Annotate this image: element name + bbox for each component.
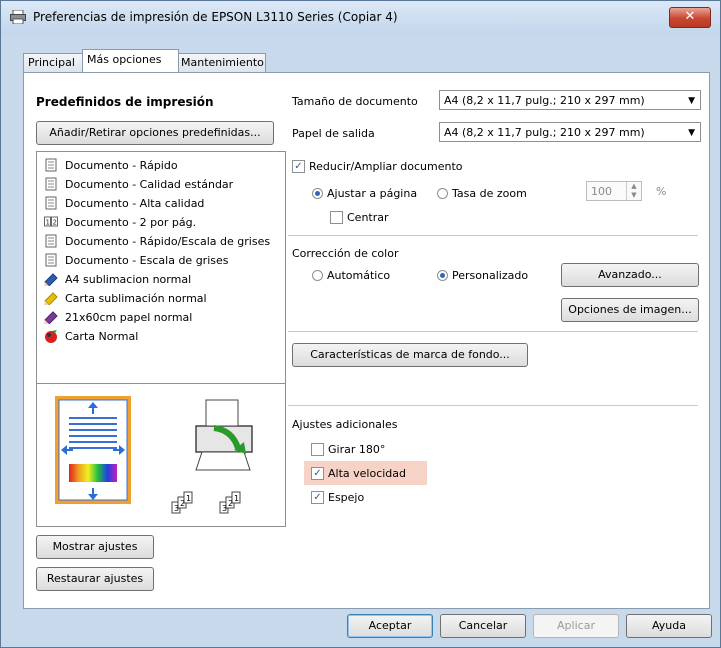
separator bbox=[288, 331, 698, 332]
printer-icon bbox=[10, 9, 26, 27]
pencil-icon bbox=[44, 310, 58, 325]
document-icon bbox=[44, 177, 58, 191]
rotate-180-checkbox[interactable]: Girar 180° bbox=[311, 442, 385, 457]
list-item[interactable]: A4 sublimacion normal bbox=[44, 271, 191, 289]
close-button[interactable]: ✕ bbox=[669, 7, 711, 28]
presets-list[interactable]: Documento - Rápido Documento - Calidad e… bbox=[36, 151, 286, 385]
list-item[interactable]: Documento - Calidad estándar bbox=[44, 176, 233, 194]
watermark-features-button[interactable]: Características de marca de fondo... bbox=[292, 343, 528, 367]
mirror-checkbox[interactable]: ✓ Espejo bbox=[311, 490, 364, 505]
reduce-enlarge-checkbox[interactable]: ✓ Reducir/Ampliar documento bbox=[292, 159, 463, 174]
document-icon bbox=[44, 158, 58, 172]
image-options-button[interactable]: Opciones de imagen... bbox=[561, 298, 699, 322]
page-order-2: 2 bbox=[180, 499, 185, 508]
list-item[interactable]: Documento - Alta calidad bbox=[44, 195, 204, 213]
separator bbox=[288, 235, 698, 236]
tab-principal[interactable]: Principal bbox=[23, 53, 85, 72]
pencil-icon bbox=[44, 272, 58, 287]
output-paper-select[interactable]: A4 (8,2 x 11,7 pulg.; 210 x 297 mm) ▼ bbox=[439, 122, 701, 142]
checkmark-icon: ✓ bbox=[311, 490, 324, 504]
high-speed-checkbox[interactable]: ✓ Alta velocidad bbox=[311, 466, 406, 481]
restore-settings-button[interactable]: Restaurar ajustes bbox=[36, 567, 154, 591]
radio-unselected-icon bbox=[312, 269, 323, 281]
tab-panel: Predefinidos de impresión Añadir/Retirar… bbox=[23, 72, 710, 609]
document-icon bbox=[44, 196, 58, 210]
list-item[interactable]: Carta Normal bbox=[44, 328, 138, 346]
zoom-unit-label: % bbox=[656, 185, 667, 198]
spinner-arrows-icon[interactable]: ▲ ▼ bbox=[626, 182, 641, 200]
settings-preview: 3 2 1 321 bbox=[36, 383, 286, 527]
zoom-rate-radio[interactable]: Tasa de zoom bbox=[437, 187, 527, 200]
separator bbox=[288, 405, 698, 406]
document-icon bbox=[44, 234, 58, 248]
colorful-icon bbox=[44, 329, 58, 343]
advanced-button[interactable]: Avanzado... bbox=[561, 263, 699, 287]
show-settings-button[interactable]: Mostrar ajustes bbox=[36, 535, 154, 559]
apply-button[interactable]: Aplicar bbox=[533, 614, 619, 638]
checkbox-empty-icon bbox=[311, 442, 324, 456]
color-custom-radio[interactable]: Personalizado bbox=[437, 269, 528, 282]
document-icon bbox=[44, 253, 58, 267]
center-checkbox[interactable]: Centrar bbox=[330, 210, 389, 225]
list-item[interactable]: 21x60cm papel normal bbox=[44, 309, 192, 327]
title-bar[interactable]: Preferencias de impresión de EPSON L3110… bbox=[1, 1, 720, 35]
document-size-select[interactable]: A4 (8,2 x 11,7 pulg.; 210 x 297 mm) ▼ bbox=[439, 90, 701, 110]
color-auto-radio[interactable]: Automático bbox=[312, 269, 390, 282]
svg-text:3: 3 bbox=[222, 504, 227, 513]
zoom-rate-spinner[interactable]: 100 ▲ ▼ bbox=[586, 181, 642, 201]
svg-text:1: 1 bbox=[234, 494, 239, 503]
pencil-icon bbox=[44, 291, 58, 306]
document-size-label: Tamaño de documento bbox=[292, 95, 418, 108]
additional-settings-heading: Ajustes adicionales bbox=[292, 418, 398, 431]
svg-text:2: 2 bbox=[228, 499, 233, 508]
tab-mas-opciones[interactable]: Más opciones bbox=[82, 49, 179, 72]
checkbox-empty-icon bbox=[330, 210, 343, 224]
print-preferences-window: Preferencias de impresión de EPSON L3110… bbox=[0, 0, 721, 648]
list-item[interactable]: Documento - Rápido bbox=[44, 157, 178, 175]
svg-text:1: 1 bbox=[46, 219, 50, 227]
two-pages-icon: 12 bbox=[44, 215, 58, 229]
list-item[interactable]: Carta sublimación normal bbox=[44, 290, 207, 308]
radio-selected-icon bbox=[312, 187, 323, 199]
list-item[interactable]: Documento - Rápido/Escala de grises bbox=[44, 233, 270, 251]
checkmark-icon: ✓ bbox=[292, 159, 305, 173]
color-correction-heading: Corrección de color bbox=[292, 247, 399, 260]
fit-to-page-radio[interactable]: Ajustar a página bbox=[312, 187, 417, 200]
cancel-button[interactable]: Cancelar bbox=[440, 614, 526, 638]
output-paper-label: Papel de salida bbox=[292, 127, 375, 140]
svg-text:2: 2 bbox=[53, 219, 57, 227]
page-order-3: 3 bbox=[174, 504, 179, 513]
list-item[interactable]: 1 2 Documento - 2 por pág. bbox=[44, 214, 196, 232]
presets-heading: Predefinidos de impresión bbox=[36, 95, 214, 109]
tab-mantenimiento[interactable]: Mantenimiento bbox=[176, 53, 266, 72]
list-item[interactable]: Documento - Escala de grises bbox=[44, 252, 228, 270]
chevron-down-icon: ▼ bbox=[688, 96, 695, 106]
radio-unselected-icon bbox=[437, 187, 448, 199]
window-title: Preferencias de impresión de EPSON L3110… bbox=[33, 10, 398, 24]
page-order-1: 1 bbox=[186, 494, 191, 503]
radio-selected-icon bbox=[437, 269, 448, 281]
checkmark-icon: ✓ bbox=[311, 466, 324, 480]
help-button[interactable]: Ayuda bbox=[626, 614, 712, 638]
accept-button[interactable]: Aceptar bbox=[347, 614, 433, 638]
layout-preview-illustration: 3 2 1 321 bbox=[55, 396, 253, 514]
add-remove-presets-button[interactable]: Añadir/Retirar opciones predefinidas... bbox=[36, 121, 274, 145]
chevron-down-icon: ▼ bbox=[688, 128, 695, 138]
